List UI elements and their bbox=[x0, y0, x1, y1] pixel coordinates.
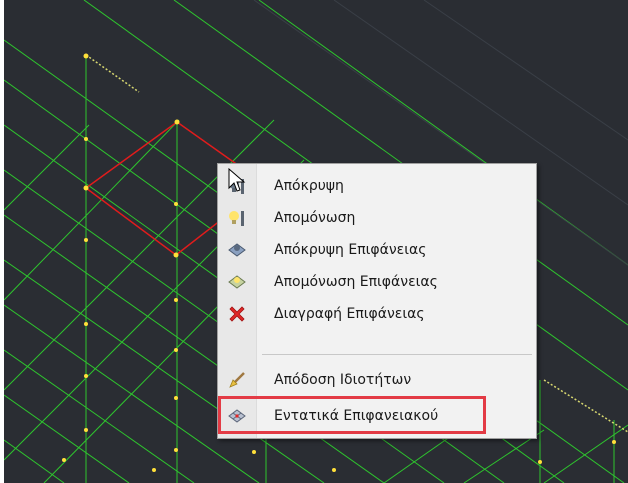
menu-item-label: Εντατικά Επιφανειακού bbox=[274, 408, 439, 424]
menu-separator bbox=[262, 354, 532, 355]
menu-item-isolate[interactable]: Απομόνωση bbox=[218, 202, 536, 234]
mouse-cursor-icon bbox=[228, 167, 246, 198]
menu-item-label: Απομόνωση Επιφάνειας bbox=[274, 274, 438, 290]
surface-stress-icon bbox=[218, 400, 256, 432]
menu-item-match-properties[interactable]: Απόδοση Ιδιοτήτων bbox=[218, 364, 536, 396]
menu-item-label: Διαγραφή Επιφάνειας bbox=[274, 306, 425, 322]
delete-icon bbox=[218, 298, 256, 330]
context-menu: Απόκρυψη Απομόνωση Απόκρυψη Επιφάνειας Α… bbox=[217, 163, 537, 439]
menu-item-delete-surface[interactable]: Διαγραφή Επιφάνειας bbox=[218, 298, 536, 330]
menu-item-label: Απομόνωση bbox=[274, 210, 356, 226]
menu-item-label: Απόκρυψη Επιφάνειας bbox=[274, 242, 427, 258]
brush-icon bbox=[218, 364, 256, 396]
isolate-icon bbox=[218, 202, 256, 234]
menu-item-isolate-surface[interactable]: Απομόνωση Επιφάνειας bbox=[218, 266, 536, 298]
isolate-surface-icon bbox=[218, 266, 256, 298]
menu-item-label: Απόκρυψη bbox=[274, 178, 344, 194]
hide-surface-icon bbox=[218, 234, 256, 266]
menu-item-hide-surface[interactable]: Απόκρυψη Επιφάνειας bbox=[218, 234, 536, 266]
menu-item-label: Απόδοση Ιδιοτήτων bbox=[274, 372, 412, 388]
menu-item-hide[interactable]: Απόκρυψη bbox=[218, 170, 536, 202]
menu-item-surface-stresses[interactable]: Εντατικά Επιφανειακού bbox=[218, 400, 536, 432]
